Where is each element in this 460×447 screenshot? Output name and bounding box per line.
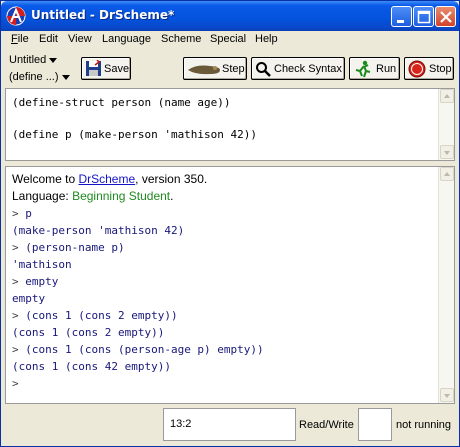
repl-output-line: (cons 1 (cons 2 empty)) bbox=[12, 326, 164, 339]
drscheme-logo-icon bbox=[6, 6, 26, 26]
definitions-scrollbar[interactable] bbox=[438, 89, 454, 160]
repl-prompt: > bbox=[12, 377, 26, 390]
scroll-up-arrow-icon[interactable] bbox=[440, 167, 454, 181]
language-name: Beginning Student bbox=[72, 189, 171, 203]
close-button[interactable] bbox=[435, 6, 456, 27]
define-menu-label: (define ...) bbox=[9, 71, 59, 83]
repl-output-text: empty bbox=[12, 292, 46, 305]
scroll-up-arrow-icon[interactable] bbox=[440, 89, 454, 103]
repl-output-text: (cons 1 (cons 2 empty)) bbox=[12, 326, 165, 339]
welcome-line: Welcome to DrScheme, version 350. bbox=[12, 172, 207, 186]
floppy-disk-icon bbox=[86, 60, 101, 76]
close-icon bbox=[440, 11, 452, 23]
status-bar: 13:2 Read/Write not running bbox=[1, 405, 459, 446]
repl-output-text: 'mathison bbox=[12, 258, 72, 271]
step-button[interactable]: Step bbox=[183, 57, 247, 80]
language-suffix: . bbox=[170, 189, 174, 203]
menu-file-rest: ile bbox=[17, 33, 29, 45]
definition-line: (define-struct person (name age)) bbox=[12, 96, 231, 109]
gc-indicator bbox=[358, 408, 392, 441]
save-button-label: Save bbox=[104, 63, 130, 75]
scroll-down-arrow-icon[interactable] bbox=[440, 145, 454, 159]
repl-input-line: > bbox=[12, 377, 25, 390]
scroll-down-arrow-icon[interactable] bbox=[440, 388, 454, 402]
welcome-suffix: , version 350. bbox=[135, 172, 208, 186]
repl-output-line: (make-person 'mathison 42) bbox=[12, 224, 184, 237]
chevron-down-icon bbox=[49, 57, 58, 63]
repl-input-line: > (cons 1 (cons 2 empty)) bbox=[12, 309, 178, 322]
stepper-foot-icon bbox=[188, 65, 220, 75]
menu-scheme[interactable]: Scheme bbox=[161, 33, 201, 45]
run-button[interactable]: Run bbox=[349, 57, 400, 80]
definition-line: (define p (make-person 'mathison 42)) bbox=[12, 128, 258, 141]
menu-help[interactable]: Help bbox=[255, 33, 278, 45]
check-syntax-button[interactable]: Check Syntax bbox=[251, 57, 345, 80]
interactions-scrollbar[interactable] bbox=[438, 167, 454, 403]
interactions-editor[interactable]: Welcome to DrScheme, version 350. Langua… bbox=[5, 166, 455, 404]
minimize-button[interactable] bbox=[391, 6, 412, 27]
toolbar: Untitled (define ...) Save Step Check Sy… bbox=[1, 50, 459, 88]
file-name-label: Untitled bbox=[9, 54, 47, 66]
menu-bar: File Edit View Language Scheme Special H… bbox=[1, 31, 459, 49]
repl-output-line: 'mathison bbox=[12, 258, 72, 271]
title-bar[interactable]: Untitled - DrScheme* bbox=[1, 1, 459, 31]
repl-prompt: > bbox=[12, 241, 26, 254]
language-prefix: Language: bbox=[12, 189, 73, 203]
language-line: Language: Beginning Student. bbox=[12, 189, 174, 203]
file-name-menu[interactable]: Untitled bbox=[9, 54, 58, 66]
welcome-prefix: Welcome to bbox=[12, 172, 79, 186]
read-write-status: Read/Write bbox=[299, 419, 354, 431]
define-menu[interactable]: (define ...) bbox=[9, 71, 70, 83]
chevron-down-icon bbox=[61, 74, 70, 80]
repl-prompt: > bbox=[12, 343, 26, 356]
cursor-position: 13:2 bbox=[170, 418, 192, 430]
repl-output-text: (make-person 'mathison 42) bbox=[12, 224, 185, 237]
repl-input-text: p bbox=[25, 207, 32, 220]
drscheme-link[interactable]: DrScheme bbox=[78, 172, 135, 186]
minimize-icon bbox=[397, 20, 404, 23]
repl-input-line: > empty bbox=[12, 275, 58, 288]
drscheme-window: Untitled - DrScheme* File Edit View Lang… bbox=[0, 0, 460, 447]
step-button-label: Step bbox=[222, 63, 245, 75]
menu-view[interactable]: View bbox=[68, 33, 92, 45]
repl-prompt: > bbox=[12, 309, 26, 322]
repl-output-line: empty bbox=[12, 292, 45, 305]
definitions-editor[interactable]: (define-struct person (name age)) (defin… bbox=[5, 88, 455, 161]
check-syntax-label: Check Syntax bbox=[274, 63, 342, 75]
magnifier-icon bbox=[256, 62, 271, 77]
repl-input-text: (person-name p) bbox=[25, 241, 125, 254]
repl-input-line: > (person-name p) bbox=[12, 241, 125, 254]
running-man-icon bbox=[355, 60, 371, 78]
repl-input-line: > (cons 1 (cons (person-age p) empty)) bbox=[12, 343, 264, 356]
maximize-icon bbox=[417, 10, 431, 24]
menu-file[interactable]: File bbox=[11, 33, 29, 45]
repl-input-line: > p bbox=[12, 207, 32, 220]
repl-prompt: > bbox=[12, 275, 26, 288]
window-title: Untitled - DrScheme* bbox=[31, 8, 175, 22]
menu-language[interactable]: Language bbox=[102, 33, 151, 45]
cursor-position-field: 13:2 bbox=[163, 408, 296, 441]
repl-output-text: (cons 1 (cons 42 empty)) bbox=[12, 360, 171, 373]
menu-special[interactable]: Special bbox=[210, 33, 246, 45]
save-button[interactable]: Save bbox=[81, 57, 131, 80]
stop-button-label: Stop bbox=[429, 63, 452, 75]
stop-button[interactable]: Stop bbox=[404, 57, 454, 80]
maximize-button[interactable] bbox=[413, 6, 434, 27]
repl-input-text: empty bbox=[25, 275, 59, 288]
stop-sign-icon bbox=[408, 60, 426, 78]
repl-input-text: (cons 1 (cons (person-age p) empty)) bbox=[25, 343, 264, 356]
run-button-label: Run bbox=[376, 63, 397, 75]
repl-output-line: (cons 1 (cons 42 empty)) bbox=[12, 360, 171, 373]
repl-input-text: (cons 1 (cons 2 empty)) bbox=[25, 309, 178, 322]
menu-edit[interactable]: Edit bbox=[39, 33, 58, 45]
repl-prompt: > bbox=[12, 207, 26, 220]
running-status: not running bbox=[396, 419, 452, 431]
